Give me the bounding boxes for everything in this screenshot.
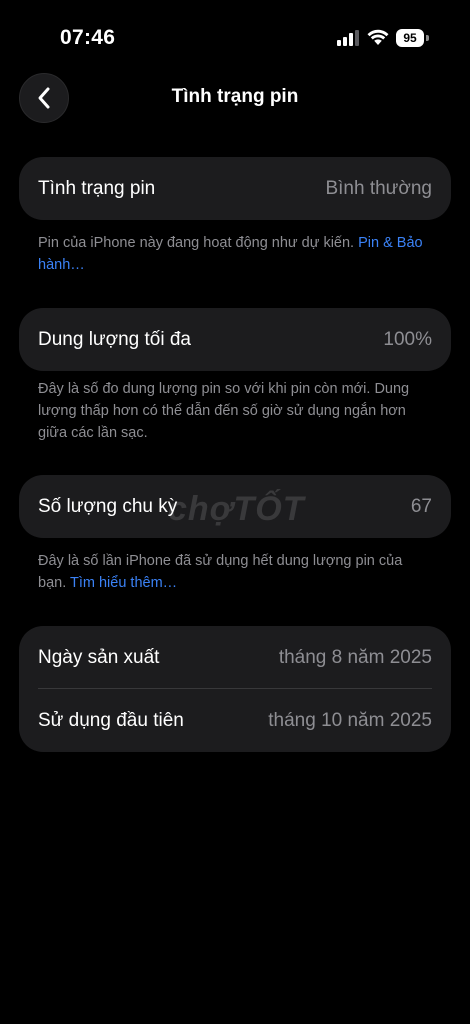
- first-use-label: Sử dụng đầu tiên: [38, 709, 184, 731]
- manufacture-date-row: Ngày sản xuất tháng 8 năm 2025: [19, 626, 451, 689]
- cellular-signal-icon: [337, 30, 359, 46]
- battery-health-footnote: Pin của iPhone này đang hoạt động như dự…: [38, 232, 433, 276]
- battery-health-label: Tình trạng pin: [38, 177, 156, 199]
- dates-card: Ngày sản xuất tháng 8 năm 2025 Sử dụng đ…: [19, 626, 451, 752]
- chotot-watermark: chợTỐT: [168, 490, 305, 528]
- cycle-count-label: Số lượng chu kỳ: [38, 495, 178, 517]
- battery-level: 95: [396, 29, 424, 47]
- cycle-count-value: 67: [410, 495, 432, 517]
- battery-icon: 95: [396, 29, 430, 47]
- battery-health-value: Bình thường: [325, 177, 432, 199]
- battery-health-card: Tình trạng pin Bình thường: [19, 157, 451, 220]
- battery-tip: [426, 35, 429, 41]
- manufacture-date-value: tháng 8 năm 2025: [278, 646, 432, 668]
- manufacture-date-label: Ngày sản xuất: [38, 646, 160, 668]
- cycle-count-footnote: Đây là số lần iPhone đã sử dụng hết dung…: [38, 550, 433, 594]
- battery-health-row: Tình trạng pin Bình thường: [19, 157, 451, 220]
- max-capacity-label: Dung lượng tối đa: [38, 328, 191, 350]
- max-capacity-value: 100%: [383, 328, 432, 350]
- status-bar: 07:46 95: [0, 0, 470, 70]
- wifi-icon: [367, 29, 389, 45]
- status-time: 07:46: [60, 26, 116, 49]
- learn-more-link[interactable]: Tìm hiểu thêm…: [70, 575, 177, 591]
- max-capacity-card: Dung lượng tối đa 100%: [19, 308, 451, 371]
- page-title: Tình trạng pin: [171, 86, 299, 107]
- first-use-value: tháng 10 năm 2025: [268, 709, 432, 731]
- battery-health-footnote-text: Pin của iPhone này đang hoạt động như dự…: [38, 235, 359, 251]
- max-capacity-footnote: Đây là số đo dung lượng pin so với khi p…: [38, 381, 410, 441]
- max-capacity-row: Dung lượng tối đa 100%: [19, 308, 451, 371]
- first-use-row: Sử dụng đầu tiên tháng 10 năm 2025: [19, 689, 451, 752]
